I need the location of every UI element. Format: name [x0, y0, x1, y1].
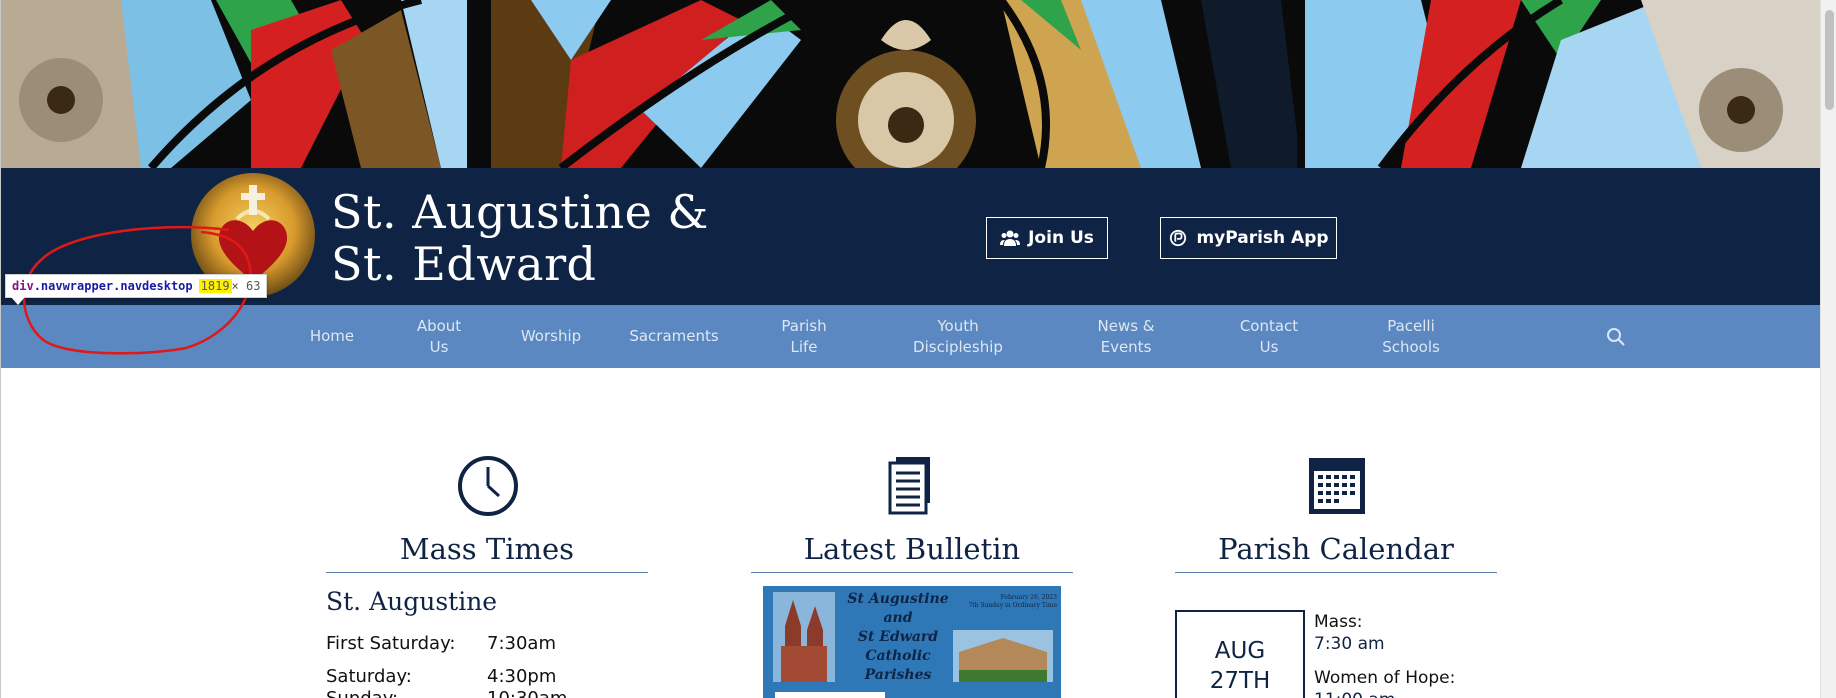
mass-church-name: St. Augustine: [326, 587, 498, 616]
join-us-label: Join Us: [1028, 228, 1094, 248]
clock-icon: [458, 456, 518, 516]
nav-item-label: Pacelli: [1387, 316, 1435, 335]
nav-item-label-2: Events: [1100, 337, 1152, 356]
browser-viewport: St. Augustine & St. Edward Join Us myPar…: [0, 0, 1836, 698]
calendar-date-box[interactable]: AUG 27TH: [1175, 610, 1305, 698]
calendar-date: AUG 27TH: [1177, 636, 1303, 696]
nav-item-sacraments[interactable]: Sacraments: [623, 305, 725, 368]
nav-item-news-events[interactable]: News & Events: [1086, 305, 1166, 368]
page-scrollbar[interactable]: [1820, 0, 1836, 698]
nav-item-youth-discipleship[interactable]: Youth Discipleship: [898, 305, 1018, 368]
myparish-app-label: myParish App: [1196, 228, 1329, 248]
mass-day: Sunday:: [326, 687, 398, 698]
nav-item-label: About: [416, 316, 462, 335]
nav-item-label: News &: [1097, 316, 1155, 335]
calendar-day: 27TH: [1209, 668, 1271, 694]
devtools-inspect-tooltip: div.navwrapper.navdesktop 1819 × 63: [5, 274, 268, 298]
nav-item-label: Sacraments: [629, 327, 719, 345]
mass-day: Saturday:: [326, 666, 412, 687]
nav-item-label-2: Schools: [1382, 337, 1440, 356]
site-header: St. Augustine & St. Edward Join Us myPar…: [1, 168, 1820, 305]
nav-item-label-2: Us: [1259, 337, 1279, 356]
calendar-event-time[interactable]: 11:00 am: [1314, 689, 1395, 698]
bulletin-thumb-line2: and: [883, 610, 913, 626]
mass-time: 10:30am: [487, 687, 567, 698]
calendar-event-label: Mass:: [1314, 612, 1363, 632]
calendar-icon: [1309, 458, 1365, 514]
site-title-line2: St. Edward: [331, 237, 597, 291]
nav-item-label: Home: [309, 327, 355, 345]
parish-calendar-title: Parish Calendar: [1218, 532, 1454, 566]
section-divider: [751, 572, 1073, 573]
nav-item-label: Parish: [781, 316, 827, 335]
mass-time: 4:30pm: [487, 666, 557, 687]
navwrapper-navdesktop: Home About Us Worship Sacraments Parish Li…: [1, 305, 1820, 368]
section-divider: [326, 572, 648, 573]
calendar-event-label: Women of Hope:: [1314, 668, 1456, 688]
tooltip-height: × 63: [231, 279, 261, 293]
nav-item-contact-us[interactable]: Contact Us: [1229, 305, 1309, 368]
myparish-app-button[interactable]: myParish App: [1160, 217, 1337, 259]
stained-glass-banner: [1, 0, 1820, 168]
join-people-icon: [1000, 230, 1021, 246]
nav-item-about-us[interactable]: About Us: [405, 305, 473, 368]
calendar-month: AUG: [1214, 638, 1266, 664]
join-us-button[interactable]: Join Us: [986, 217, 1108, 259]
web-page: St. Augustine & St. Edward Join Us myPar…: [0, 0, 1820, 698]
bulletin-thumbnail[interactable]: St Augustine and St Edward Catholic Pari…: [763, 586, 1061, 698]
latest-bulletin-title: Latest Bulletin: [803, 532, 1021, 566]
section-divider: [1175, 572, 1497, 573]
nav-item-label: Youth: [937, 316, 979, 335]
bulletin-thumb-line4: Catholic Parishes: [864, 648, 932, 683]
search-icon[interactable]: [1606, 327, 1626, 347]
site-title[interactable]: St. Augustine & St. Edward: [331, 186, 709, 290]
nav-item-pacelli-schools[interactable]: Pacelli Schools: [1369, 305, 1453, 368]
bulletin-document-icon: [888, 457, 930, 515]
nav-item-label-2: Life: [790, 337, 818, 356]
nav-item-label: Worship: [520, 327, 582, 345]
stained-glass-image: [1, 0, 1820, 168]
nav-item-parish-life[interactable]: Parish Life: [767, 305, 841, 368]
nav-item-label-2: Us: [429, 337, 449, 356]
mass-day: First Saturday:: [326, 633, 456, 654]
scrollbar-thumb[interactable]: [1825, 10, 1834, 110]
mass-times-title: Mass Times: [399, 532, 575, 566]
tooltip-width: 1819: [198, 279, 232, 293]
nav-item-label-2: Discipleship: [913, 337, 1003, 356]
nav-item-label: Contact: [1239, 316, 1299, 335]
bulletin-thumb-sub: 7th Sunday in Ordinary Time: [968, 602, 1057, 609]
mass-time: 7:30am: [487, 633, 556, 654]
tooltip-tag: div: [12, 279, 34, 293]
tooltip-classes: .navwrapper.navdesktop: [33, 279, 193, 293]
nav-item-home[interactable]: Home: [299, 305, 365, 368]
bulletin-thumb-date: February 26, 2023: [1000, 594, 1057, 601]
bulletin-thumb-line3: St Edward: [857, 629, 939, 645]
nav-item-worship[interactable]: Worship: [511, 305, 591, 368]
tooltip-caret: [11, 297, 25, 305]
site-title-line1: St. Augustine &: [331, 185, 709, 239]
myparish-app-icon: [1170, 229, 1187, 247]
bulletin-thumb-line1: St Augustine: [847, 591, 949, 607]
calendar-event-time[interactable]: 7:30 am: [1314, 633, 1385, 655]
